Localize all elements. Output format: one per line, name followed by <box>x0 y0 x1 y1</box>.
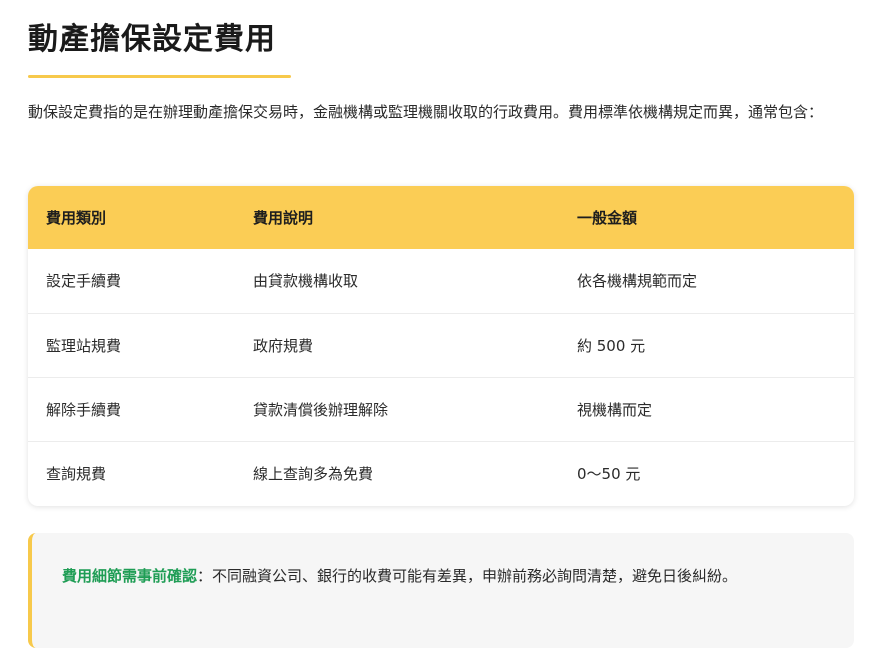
fee-amount-cell: 視機構而定 <box>577 400 653 419</box>
note-text: ：不同融資公司、銀行的收費可能有差異，申辦前務必詢問清楚，避免日後糾紛。 <box>197 567 738 585</box>
fee-amount-cell: 約 500 元 <box>577 336 646 355</box>
fee-description-cell: 貸款清償後辦理解除 <box>253 400 389 419</box>
table-row: 設定手續費 由貸款機構收取 依各機構規範而定 <box>28 249 854 313</box>
page-title: 動產擔保設定費用 <box>28 22 276 57</box>
fee-category-cell: 解除手續費 <box>46 400 122 419</box>
table-header-row: 費用類別 費用說明 一般金額 <box>28 186 854 249</box>
fee-category-cell: 設定手續費 <box>46 272 122 291</box>
fee-confirmation-note: 費用細節需事前確認：不同融資公司、銀行的收費可能有差異，申辦前務必詢問清楚，避免… <box>28 533 854 648</box>
fee-description-cell: 線上查詢多為免費 <box>253 464 374 483</box>
header-fee-category: 費用類別 <box>46 209 107 227</box>
note-label: 費用細節需事前確認 <box>62 567 198 585</box>
fee-description-cell: 政府規費 <box>253 336 314 355</box>
intro-paragraph: 動保設定費指的是在辦理動產擔保交易時，金融機構或監理機關收取的行政費用。費用標準… <box>28 103 824 121</box>
header-typical-amount: 一般金額 <box>577 209 638 227</box>
fee-amount-cell: 0〜50 元 <box>577 464 641 483</box>
fee-description-cell: 由貸款機構收取 <box>253 272 359 291</box>
fee-amount-cell: 依各機構規範而定 <box>577 272 698 291</box>
fee-table-card: 費用類別 費用說明 一般金額 設定手續費 由貸款機構收取 依各機構規範而定 監理… <box>28 186 854 506</box>
table-row: 監理站規費 政府規費 約 500 元 <box>28 313 854 377</box>
header-fee-description: 費用說明 <box>253 209 314 227</box>
fee-category-cell: 監理站規費 <box>46 336 122 355</box>
table-row: 解除手續費 貸款清償後辦理解除 視機構而定 <box>28 377 854 441</box>
table-row: 查詢規費 線上查詢多為免費 0〜50 元 <box>28 441 854 505</box>
title-underline <box>28 75 291 78</box>
fee-table: 費用類別 費用說明 一般金額 設定手續費 由貸款機構收取 依各機構規範而定 監理… <box>28 186 854 505</box>
fee-category-cell: 查詢規費 <box>46 464 107 483</box>
